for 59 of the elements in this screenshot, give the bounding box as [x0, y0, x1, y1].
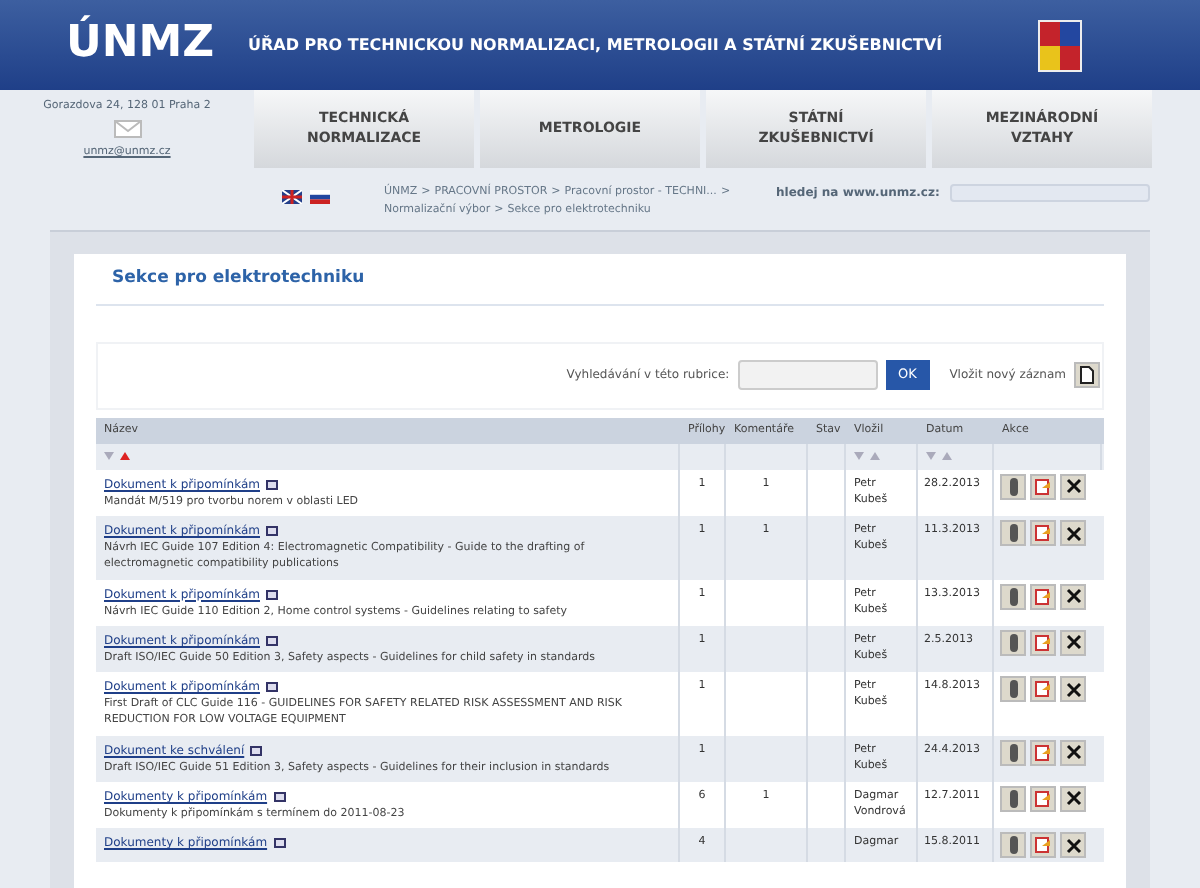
close-icon — [1065, 634, 1081, 651]
delete-button[interactable] — [1060, 832, 1086, 858]
edit-icon — [1034, 587, 1052, 605]
close-icon — [1065, 478, 1081, 495]
window-icon[interactable] — [266, 479, 278, 490]
russian-flag-icon[interactable] — [310, 190, 330, 204]
close-icon — [1065, 837, 1081, 853]
attachment-button[interactable] — [1000, 583, 1026, 609]
attachment-button[interactable] — [1000, 785, 1026, 812]
edit-button[interactable] — [1030, 676, 1056, 702]
close-icon — [1065, 525, 1081, 541]
edit-icon — [1034, 789, 1052, 808]
delete-button[interactable] — [1060, 785, 1086, 812]
document-icon — [1080, 366, 1094, 385]
edit-button[interactable] — [1030, 520, 1056, 546]
edit-button[interactable] — [1030, 473, 1056, 500]
close-icon — [1065, 681, 1081, 697]
edit-button[interactable] — [1030, 832, 1056, 858]
attachment-button[interactable] — [1000, 739, 1026, 765]
coat-of-arms-icon — [1038, 19, 1083, 71]
page-title: Sekce pro elektrotechniku — [112, 266, 367, 292]
delete-button[interactable] — [1060, 739, 1086, 765]
window-icon[interactable] — [250, 745, 263, 755]
attachment-button[interactable] — [1000, 832, 1026, 858]
delete-button[interactable] — [1060, 520, 1086, 546]
edit-button[interactable] — [1030, 785, 1056, 812]
window-icon[interactable] — [273, 791, 286, 802]
logo[interactable]: ÚNMZ — [66, 16, 218, 74]
attachment-button[interactable] — [1000, 520, 1026, 546]
edit-button[interactable] — [1030, 583, 1056, 609]
delete-button[interactable] — [1060, 583, 1086, 609]
edit-icon — [1034, 836, 1052, 854]
english-flag-icon[interactable] — [282, 190, 302, 204]
site-title: ÚŘAD PRO TECHNICKOU NORMALIZACI, METROLOGII A STÁTNÍ ZKUŠEBNICTVÍ — [248, 33, 943, 57]
attachment-button[interactable] — [1000, 473, 1026, 500]
close-icon — [1065, 790, 1081, 807]
edit-icon — [1034, 743, 1052, 761]
edit-icon — [1034, 524, 1052, 542]
edit-button[interactable] — [1030, 739, 1056, 765]
edit-icon — [1034, 680, 1052, 698]
edit-icon — [1034, 633, 1052, 652]
close-icon — [1065, 744, 1081, 760]
window-icon[interactable] — [266, 526, 278, 536]
window-icon[interactable] — [266, 589, 278, 599]
attachment-button[interactable] — [1000, 629, 1026, 656]
delete-button[interactable] — [1060, 473, 1086, 500]
edit-icon — [1034, 477, 1052, 496]
delete-button[interactable] — [1060, 676, 1086, 702]
edit-button[interactable] — [1030, 629, 1056, 656]
new-record-button[interactable] — [1074, 362, 1100, 389]
attachment-button[interactable] — [1000, 676, 1026, 702]
close-icon — [1065, 588, 1081, 604]
rubric-search-field[interactable] — [737, 360, 878, 391]
sort-up-icon[interactable] — [120, 452, 130, 461]
window-icon[interactable] — [266, 682, 278, 692]
site-search-field[interactable] — [949, 184, 1150, 202]
delete-button[interactable] — [1060, 629, 1086, 656]
window-icon[interactable] — [266, 635, 278, 646]
window-icon[interactable] — [273, 838, 286, 848]
